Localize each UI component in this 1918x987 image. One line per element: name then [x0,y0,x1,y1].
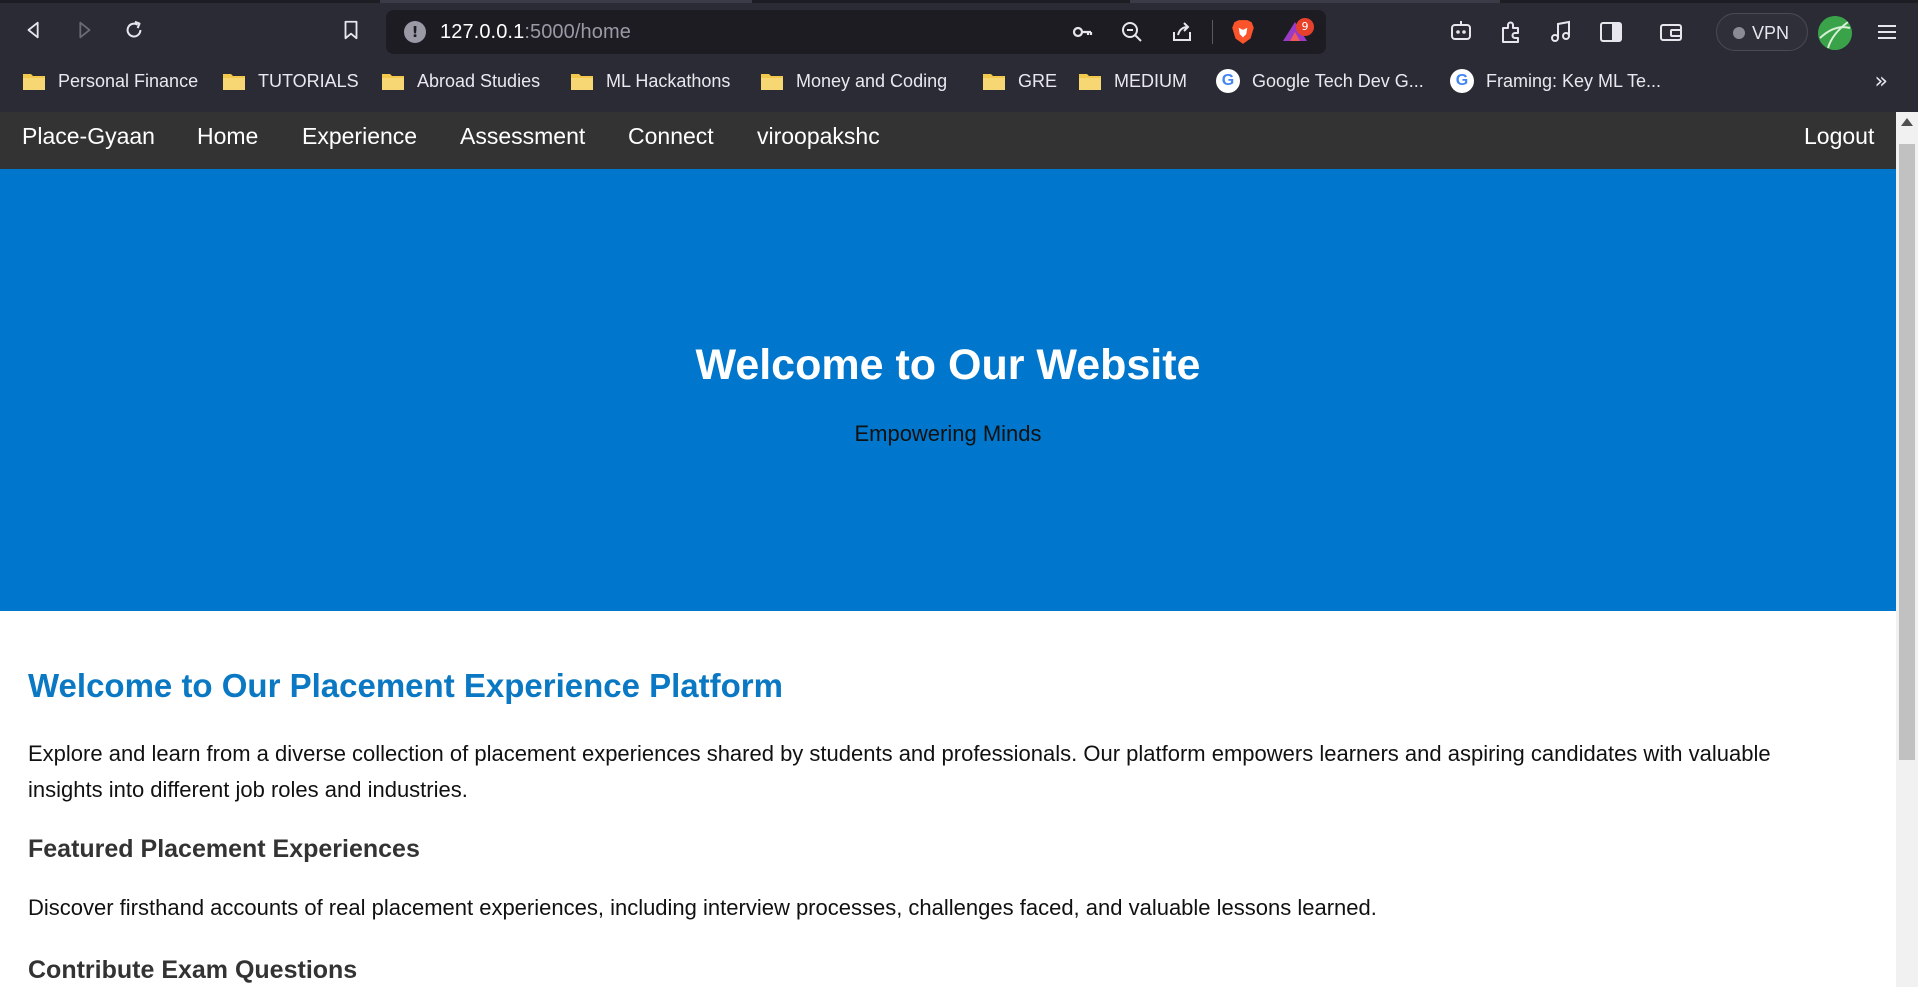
nav-username[interactable]: viroopakshc [757,123,880,150]
address-bar[interactable]: ! 127.0.0.1:5000/home 9 [386,10,1326,54]
featured-paragraph: Discover firsthand accounts of real plac… [28,895,1377,920]
bookmark-label: TUTORIALS [258,70,359,91]
folder-icon [23,74,45,90]
featured-heading: Featured Placement Experiences [28,835,420,863]
browser-chrome: ! 127.0.0.1:5000/home 9 VPN Personal Fin [0,0,1918,112]
nav-connect[interactable]: Connect [628,123,714,150]
url-host: 127.0.0.1 [440,21,525,43]
back-arrow-icon[interactable] [20,16,48,44]
wallet-icon[interactable] [1658,19,1684,45]
sidebar-icon[interactable] [1598,19,1624,45]
bookmarks-overflow-button[interactable]: » [1875,69,1888,94]
bookmark-folder[interactable]: MEDIUM [1078,69,1187,93]
intro-paragraph: Explore and learn from a diverse collect… [28,741,1771,802]
site-navbar: Place-Gyaan Home Experience Assessment C… [0,112,1896,169]
bookmark-link[interactable]: G Framing: Key ML Te... [1450,69,1661,93]
bookmark-label: Google Tech Dev G... [1252,70,1424,91]
share-icon[interactable] [1170,20,1194,44]
scroll-up-arrow-icon[interactable] [1901,118,1913,126]
page-scrollbar[interactable] [1896,112,1918,987]
browser-toolbar: ! 127.0.0.1:5000/home 9 VPN [0,3,1918,61]
divider [1212,20,1213,44]
bookmark-label: Money and Coding [796,70,948,91]
bookmark-folder[interactable]: TUTORIALS [222,69,359,93]
bookmarks-bar: Personal Finance TUTORIALS Abroad Studie… [0,61,1918,101]
nav-home[interactable]: Home [197,123,258,150]
folder-icon [1079,74,1101,90]
bookmark-label: GRE [1018,70,1058,91]
bookmark-folder[interactable]: Personal Finance [22,69,198,93]
hero-subtitle: Empowering Minds [854,421,1042,446]
contribute-heading: Contribute Exam Questions [28,956,358,984]
nav-experience[interactable]: Experience [302,123,417,150]
bookmark-label: Personal Finance [58,70,199,91]
folder-icon [223,74,245,90]
vpn-status-dot [1733,27,1745,39]
key-icon[interactable] [1070,20,1094,44]
nav-assessment[interactable]: Assessment [460,123,585,150]
bookmark-folder[interactable]: Money and Coding [760,69,947,93]
google-icon: G [1450,69,1474,93]
bookmark-link[interactable]: G Google Tech Dev G... [1216,69,1424,93]
bookmark-icon[interactable] [337,16,365,44]
folder-icon [761,74,783,90]
url-text[interactable]: 127.0.0.1:5000/home [440,21,631,44]
scroll-thumb[interactable] [1899,144,1915,760]
folder-icon [382,74,404,90]
site-info-icon[interactable]: ! [404,21,426,43]
bookmark-folder[interactable]: ML Hackathons [570,69,730,93]
folder-icon [983,74,1005,90]
vpn-button[interactable]: VPN [1716,13,1808,51]
bookmark-folder[interactable]: GRE [982,69,1057,93]
hero-title: Welcome to Our Website [695,341,1201,389]
bookmark-label: Abroad Studies [417,70,541,91]
brave-shields-icon[interactable] [1230,18,1256,46]
music-note-icon[interactable] [1548,19,1574,45]
bookmark-label: MEDIUM [1114,70,1187,91]
url-path: :5000/home [524,21,631,43]
hero-banner: Welcome to Our Website Empowering Minds [0,169,1896,611]
brand-link[interactable]: Place-Gyaan [22,123,155,150]
extensions-icon[interactable] [1498,19,1524,45]
google-icon: G [1216,69,1240,93]
reload-icon[interactable] [120,16,148,44]
folder-icon [571,74,593,90]
page-heading: Welcome to Our Placement Experience Plat… [28,667,783,704]
vpn-label: VPN [1752,23,1790,43]
bookmark-label: Framing: Key ML Te... [1486,70,1662,91]
bookmark-label: ML Hackathons [606,70,731,91]
bookmark-folder[interactable]: Abroad Studies [381,69,540,93]
logout-link[interactable]: Logout [1804,123,1874,150]
profile-avatar[interactable] [1818,16,1852,50]
rewards-badge: 9 [1296,18,1314,36]
hamburger-menu-icon[interactable] [1874,19,1900,45]
forward-arrow-icon[interactable] [70,16,98,44]
zoom-out-icon[interactable] [1120,20,1144,44]
leo-icon[interactable] [1448,19,1474,45]
